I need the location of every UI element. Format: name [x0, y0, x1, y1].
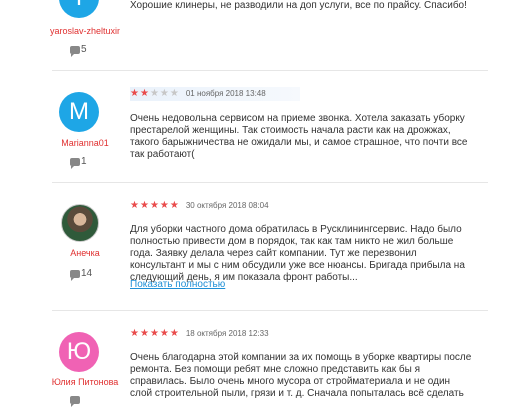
review-date: 30 октября 2018 08:04 — [185, 201, 269, 210]
avatar[interactable] — [61, 204, 99, 242]
text-line: консультант и мы с ним обсудили уже все … — [130, 260, 465, 271]
review-rating: ★★★★★ 01 ноября 2018 13:48 — [130, 87, 300, 101]
review-author[interactable]: yaroslav-zheltuxin — [50, 26, 120, 36]
star-filled-icon: ★ — [169, 328, 180, 339]
comment-count-value: 5 — [81, 44, 87, 55]
review-card: M Marianna01 1 ★★★★★ 01 ноября 2018 13:4… — [50, 70, 490, 182]
star-empty-icon: ★ — [169, 88, 180, 99]
review-author[interactable]: Анечка — [50, 248, 120, 258]
comment-count[interactable]: 14 — [70, 268, 93, 281]
star-filled-icon: ★ — [139, 88, 150, 99]
review-date: 01 ноября 2018 13:48 — [185, 89, 266, 98]
text-line: престарелой женщины. Так стоимость начал… — [130, 125, 451, 136]
star-filled-icon: ★ — [149, 328, 160, 339]
star-filled-icon: ★ — [159, 200, 170, 211]
comment-icon — [70, 157, 80, 169]
text-line: так работают( — [130, 149, 195, 160]
review-card: Y yaroslav-zheltuxin 5 Хорошие клинеры, … — [50, 0, 490, 70]
review-text: Для уборки частного дома обратилась в Ру… — [130, 224, 472, 284]
text-line: Очень недовольна сервисом на приеме звон… — [130, 113, 465, 124]
star-filled-icon: ★ — [130, 328, 140, 339]
review-card: Ю Юлия Питонова ★★★★★ 18 октября 2018 12… — [50, 310, 490, 407]
text-line: слой строительной пыли, грязи и т. д. Сн… — [130, 388, 464, 399]
avatar[interactable]: M — [59, 92, 99, 132]
text-line: Очень благодарна этой компании за их пом… — [130, 352, 472, 363]
star-filled-icon: ★ — [169, 200, 180, 211]
comment-icon — [70, 45, 80, 57]
review-rating: ★★★★★ 18 октября 2018 12:33 — [130, 327, 269, 341]
comment-count-value: 1 — [81, 156, 87, 167]
star-rating: ★★★★★ — [130, 87, 180, 101]
star-rating: ★★★★★ — [130, 327, 180, 341]
star-empty-icon: ★ — [159, 88, 170, 99]
comment-count[interactable]: 1 — [70, 156, 87, 169]
review-text: Хорошие клинеры, не разводили на доп усл… — [130, 0, 467, 11]
text-line: полностью привести дом в порядок, так ка… — [130, 236, 454, 247]
comment-icon — [70, 396, 80, 407]
comment-icon — [70, 269, 80, 281]
avatar[interactable]: Ю — [59, 332, 99, 372]
review-rating: ★★★★★ 30 октября 2018 08:04 — [130, 199, 269, 213]
review-card: Анечка 14 ★★★★★ 30 октября 2018 08:04 Дл… — [50, 182, 490, 310]
comment-count[interactable] — [70, 396, 80, 407]
review-text: Очень благодарна этой компании за их пом… — [130, 352, 472, 400]
review-text: Очень недовольна сервисом на приеме звон… — [130, 113, 472, 161]
star-filled-icon: ★ — [139, 200, 150, 211]
review-author[interactable]: Marianna01 — [50, 138, 120, 148]
text-line: справилась. Было очень много мусора от с… — [130, 376, 451, 387]
text-line: такого барыжничества не ожидали мы, и са… — [130, 137, 468, 148]
star-rating: ★★★★★ — [130, 199, 180, 213]
review-date: 18 октября 2018 12:33 — [185, 329, 269, 338]
star-filled-icon: ★ — [159, 328, 170, 339]
review-author[interactable]: Юлия Питонова — [50, 377, 120, 387]
comment-count-value: 14 — [81, 268, 93, 279]
text-line: Для уборки частного дома обратилась в Ру… — [130, 224, 462, 235]
star-filled-icon: ★ — [139, 328, 150, 339]
avatar[interactable]: Y — [59, 0, 99, 18]
text-line: года. Заявку делала через сайт компании.… — [130, 248, 417, 259]
show-more-link[interactable]: Показать полностью — [130, 279, 225, 291]
star-empty-icon: ★ — [149, 88, 160, 99]
text-line: ремонта. Без помощи ребят мне сложно пре… — [130, 364, 420, 375]
comment-count[interactable]: 5 — [70, 44, 87, 57]
star-filled-icon: ★ — [149, 200, 160, 211]
star-filled-icon: ★ — [130, 88, 140, 99]
star-filled-icon: ★ — [130, 200, 140, 211]
